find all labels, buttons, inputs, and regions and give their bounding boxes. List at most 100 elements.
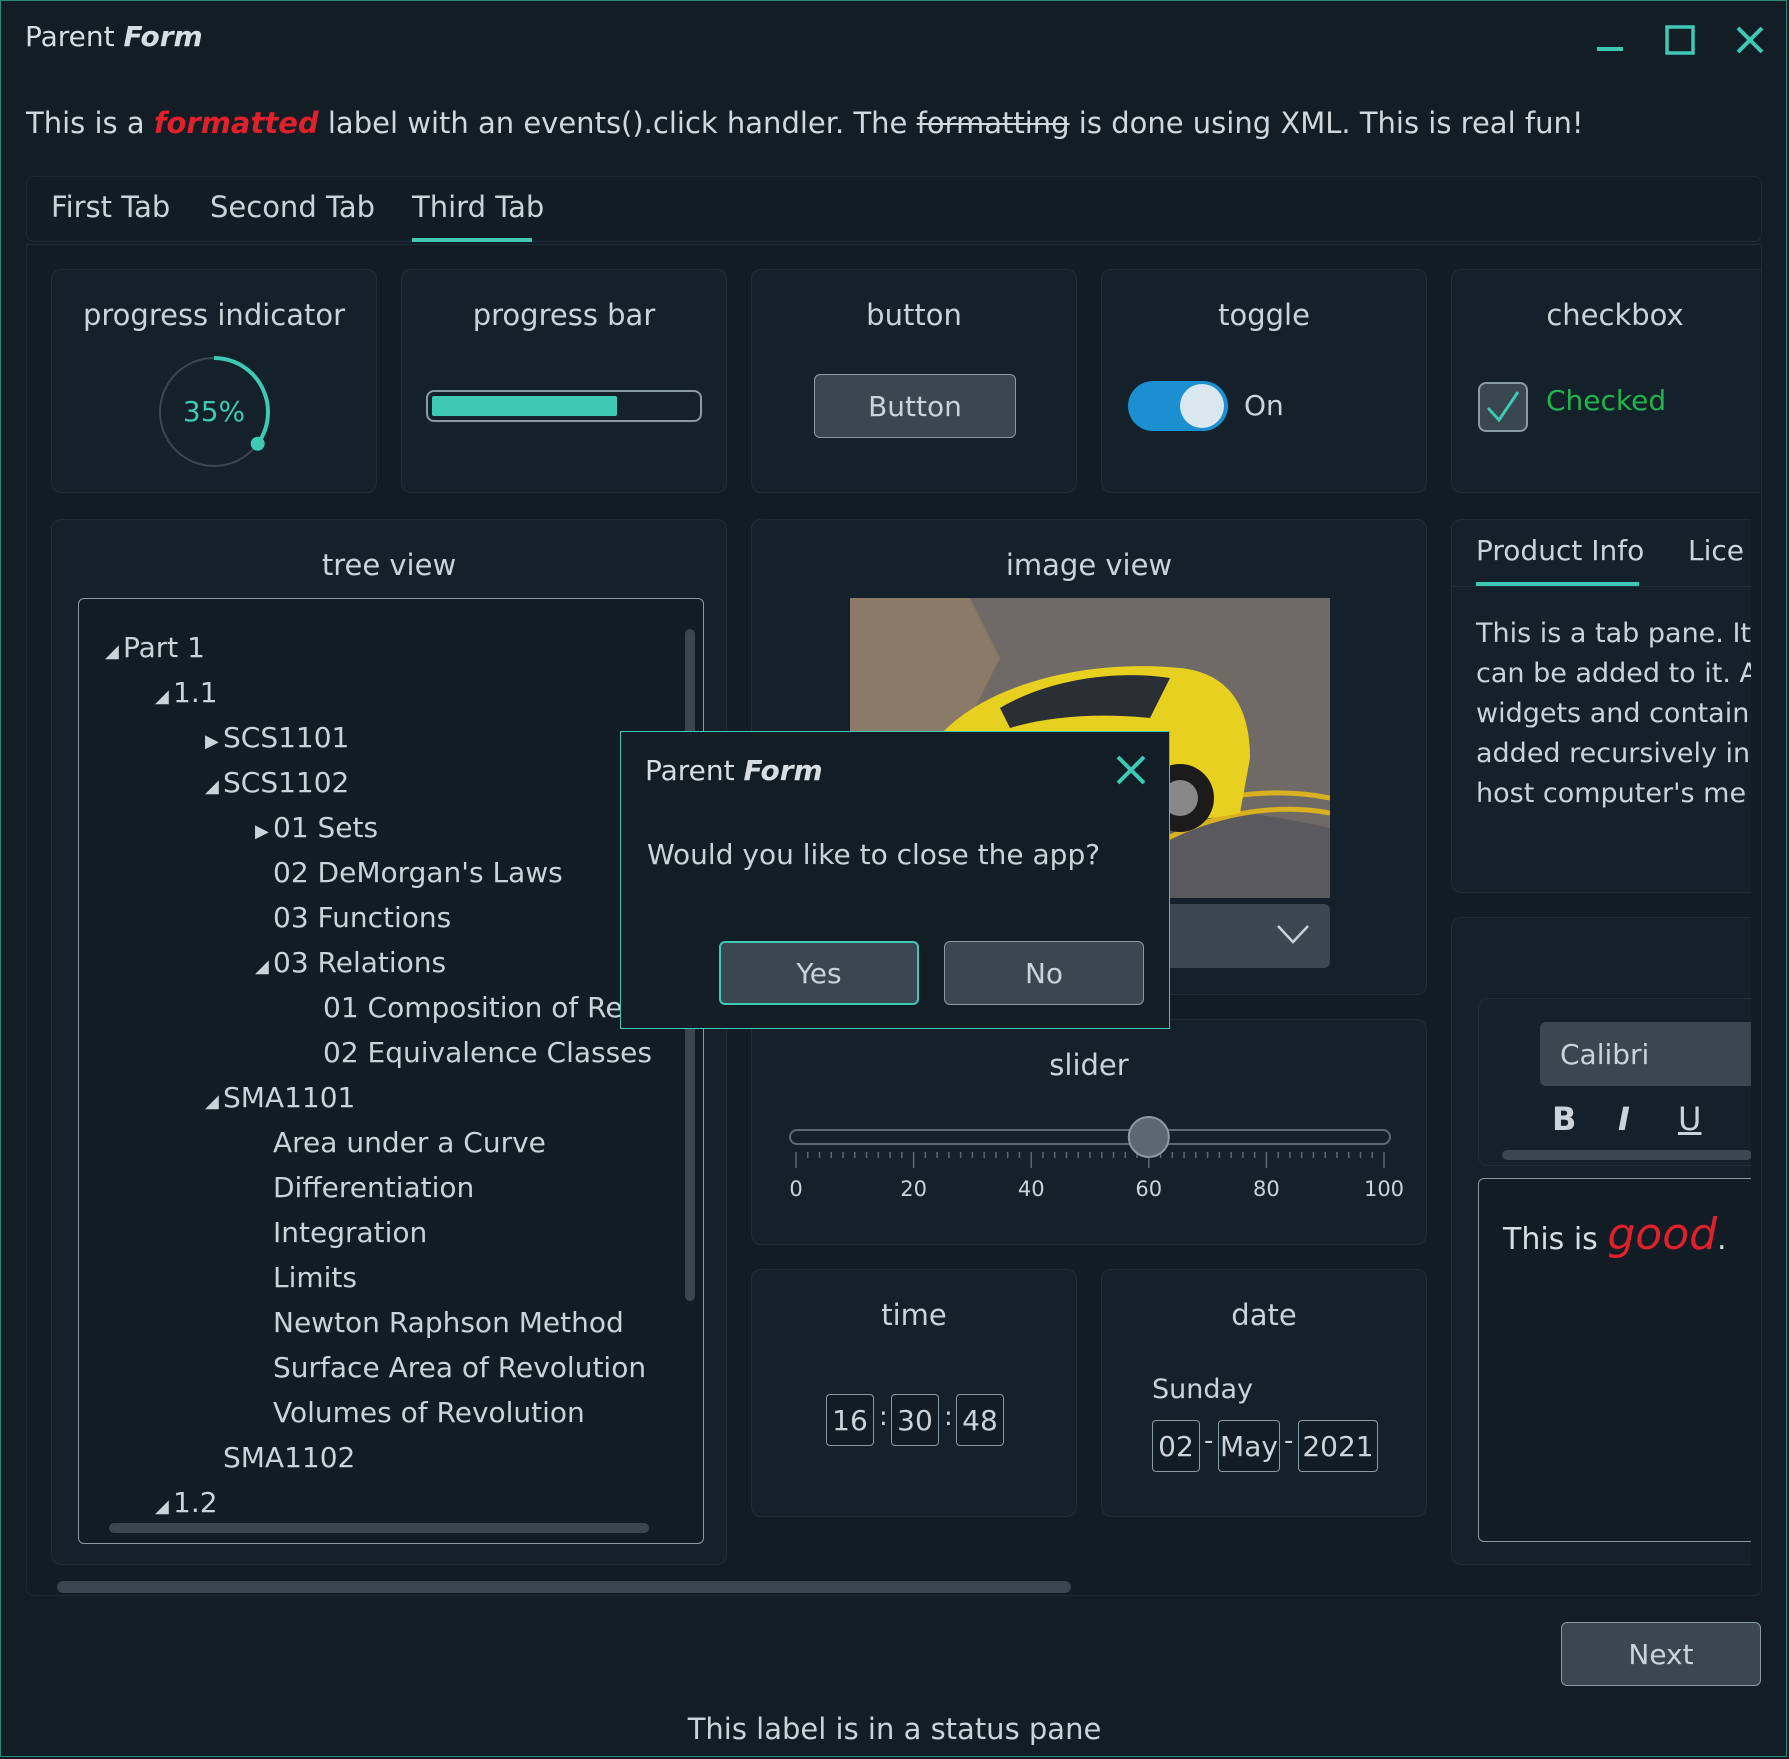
formatted-label[interactable]: This is a formatted label with an events…: [26, 106, 1583, 140]
italic-button[interactable]: I: [1618, 1100, 1630, 1138]
tree-node-label: Volumes of Revolution: [273, 1396, 585, 1429]
tree-node[interactable]: 02 DeMorgan's Laws: [255, 856, 563, 889]
tree-node[interactable]: Newton Raphson Method: [255, 1306, 624, 1339]
progress-bar-card: progress bar: [401, 269, 727, 493]
side-tab-indicator: [1476, 582, 1639, 586]
toggle-card: toggle On: [1101, 269, 1427, 493]
tree-node[interactable]: Limits: [255, 1261, 357, 1294]
close-button[interactable]: [1724, 14, 1776, 66]
checkbox-card: checkbox Checked: [1451, 269, 1761, 493]
dialog-close-button[interactable]: [1113, 752, 1153, 792]
tree-node-label: SCS1102: [223, 766, 350, 799]
slider-tick-label: 0: [789, 1177, 802, 1200]
tree-node-label: 03 Relations: [273, 946, 447, 979]
tree-node-label: SCS1101: [223, 721, 350, 754]
content-line: widgets and contain: [1476, 698, 1750, 729]
dialog-message: Would you like to close the app?: [647, 838, 1101, 871]
expanded-arrow-icon[interactable]: ◢: [205, 776, 223, 797]
tree-node-label: SMA1101: [223, 1081, 356, 1114]
pane-horizontal-scrollbar[interactable]: [57, 1581, 1071, 1593]
year-field[interactable]: 2021: [1298, 1420, 1378, 1472]
tree-node[interactable]: SMA1102: [205, 1441, 355, 1474]
image-selector-dropdown[interactable]: [1150, 904, 1330, 968]
expanded-arrow-icon[interactable]: ◢: [155, 686, 173, 707]
tree-node[interactable]: ◢ SMA1101: [205, 1081, 355, 1114]
tree-node-label: 02 DeMorgan's Laws: [273, 856, 563, 889]
tree-view-card: tree view ◢ Part 1 ◢ 1.1 ▶ SCS1101 ◢ SCS1102 ▶ 01…: [51, 519, 727, 1565]
tree-node[interactable]: ◢ 03 Relations: [255, 946, 446, 979]
tab-second[interactable]: Second Tab: [210, 190, 375, 224]
hour-field[interactable]: 16: [826, 1394, 874, 1446]
confirm-dialog: Parent Form Would you like to close the …: [620, 731, 1170, 1029]
minimize-icon: [1597, 47, 1623, 51]
content-line: can be added to it. A: [1476, 658, 1751, 689]
expanded-arrow-icon[interactable]: ◢: [205, 1091, 223, 1112]
tree-node[interactable]: Volumes of Revolution: [255, 1396, 585, 1429]
tree-node[interactable]: Integration: [255, 1216, 427, 1249]
tree-view[interactable]: ◢ Part 1 ◢ 1.1 ▶ SCS1101 ◢ SCS1102 ▶ 01 Sets 02 De…: [78, 598, 704, 1544]
tree-node[interactable]: ◢ 1.1: [155, 676, 218, 709]
maximize-button[interactable]: [1654, 14, 1706, 66]
progress-indicator-card: progress indicator 35%: [51, 269, 377, 493]
side-tab-license[interactable]: Lice: [1688, 534, 1744, 567]
underline-button[interactable]: U: [1678, 1100, 1701, 1138]
day-field[interactable]: 02: [1152, 1420, 1200, 1472]
tab-third[interactable]: Third Tab: [412, 190, 544, 224]
date-card: date Sunday 02 - May - 2021: [1101, 1269, 1427, 1517]
yes-button[interactable]: Yes: [719, 941, 919, 1005]
tree-node[interactable]: Surface Area of Revolution: [255, 1351, 646, 1384]
date-separator: -: [1284, 1426, 1294, 1456]
tree-node[interactable]: Differentiation: [255, 1171, 474, 1204]
side-tab-product-info[interactable]: Product Info: [1476, 534, 1644, 567]
expanded-arrow-icon[interactable]: ◢: [155, 1496, 173, 1517]
tree-node[interactable]: ▶ SCS1101: [205, 721, 349, 754]
tree-node[interactable]: ▶ 01 Sets: [255, 811, 378, 844]
minimize-button[interactable]: [1584, 14, 1636, 66]
demo-button[interactable]: Button: [814, 374, 1016, 438]
tree-node[interactable]: ◢ Part 1: [105, 631, 205, 664]
card-title: button: [866, 298, 962, 332]
expanded-arrow-icon[interactable]: ◢: [255, 956, 273, 977]
content-line: This is a tab pane. It: [1476, 618, 1751, 649]
card-title: image view: [1005, 548, 1173, 582]
time-card: time 16 : 30 : 48: [751, 1269, 1077, 1517]
tree-node[interactable]: 03 Functions: [255, 901, 451, 934]
slider-tick-label: 100: [1364, 1177, 1404, 1200]
tree-node[interactable]: ◢ 1.2: [155, 1486, 218, 1519]
no-button[interactable]: No: [944, 941, 1144, 1005]
month-field[interactable]: May: [1218, 1420, 1280, 1472]
font-selector[interactable]: Calibri: [1540, 1022, 1751, 1086]
side-tab-pane: Product Info Lice This is a tab pane. It…: [1451, 519, 1751, 893]
editor-text-area[interactable]: This is good.: [1478, 1178, 1751, 1542]
dialog-title: Parent Form: [645, 754, 823, 787]
tree-node-label: 1.2: [173, 1486, 218, 1519]
toggle-state-label: On: [1244, 389, 1284, 422]
tree-node[interactable]: Area under a Curve: [255, 1126, 546, 1159]
slider-tick-label: 40: [1018, 1177, 1045, 1200]
slider[interactable]: 0 20 40 60 80 100: [752, 1090, 1428, 1200]
checkmark-icon: [1486, 391, 1520, 423]
progress-bar: [426, 390, 702, 422]
checkbox[interactable]: [1478, 382, 1528, 432]
toggle-switch[interactable]: [1128, 381, 1228, 431]
expanded-arrow-icon[interactable]: ◢: [105, 641, 123, 662]
active-tab-indicator: [412, 238, 532, 242]
date-separator: -: [1204, 1426, 1214, 1456]
tree-node-label: Limits: [273, 1261, 357, 1294]
bold-button[interactable]: B: [1552, 1100, 1576, 1138]
minute-field[interactable]: 30: [891, 1394, 939, 1446]
collapsed-arrow-icon[interactable]: ▶: [255, 821, 273, 842]
tree-node[interactable]: ◢ SCS1102: [205, 766, 349, 799]
editor-content: This is good.: [1503, 1209, 1727, 1260]
slider-thumb[interactable]: [1127, 1116, 1170, 1158]
tree-node[interactable]: 02 Equivalence Classes: [305, 1036, 652, 1069]
time-separator: :: [879, 1402, 888, 1432]
collapsed-arrow-icon[interactable]: ▶: [205, 731, 223, 752]
tab-first[interactable]: First Tab: [51, 190, 170, 224]
tree-horizontal-scrollbar[interactable]: [109, 1523, 649, 1533]
second-field[interactable]: 48: [956, 1394, 1004, 1446]
toolbar-scrollbar[interactable]: [1502, 1150, 1751, 1160]
next-button[interactable]: Next: [1561, 1622, 1761, 1686]
progress-indicator-value: 35%: [182, 395, 246, 428]
tree-node-label: Integration: [273, 1216, 428, 1249]
